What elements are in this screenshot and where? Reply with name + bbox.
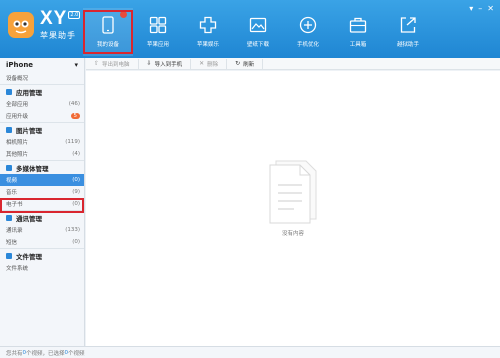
nav-apple-entertainment[interactable]: 苹果娱乐 — [183, 8, 233, 56]
sidebar-item-label: 音乐 — [6, 190, 18, 196]
sidebar-item-all-apps[interactable]: 全部应用 (46) — [0, 98, 84, 110]
nav-apple-apps[interactable]: 苹果应用 — [133, 8, 183, 56]
apps-icon — [149, 16, 167, 34]
status-mid: 个视频，已选择 — [26, 350, 65, 357]
contacts-section-icon — [6, 214, 12, 221]
content-area: 没有内容 — [86, 71, 500, 346]
export-label: 导出到电脑 — [102, 61, 130, 68]
minimize-icon[interactable]: – — [478, 4, 482, 13]
section-title: 应用管理 — [16, 88, 42, 97]
delete-button[interactable]: ✕ 删除 — [191, 58, 228, 69]
item-count: (9) — [72, 189, 80, 195]
sidebar-item-label: 相机照片 — [6, 140, 29, 146]
close-icon[interactable]: ✕ — [487, 4, 494, 13]
sidebar-item-app-updates[interactable]: 应用升级 5 — [0, 110, 84, 122]
toolbar: ⇧ 导出到电脑 ⇩ 导入到手机 ✕ 删除 ↻ 刷新 — [86, 58, 500, 70]
window-controls: ▾ – ✕ — [469, 4, 494, 13]
nav-jailbreak[interactable]: 越狱助手 — [383, 8, 433, 56]
device-name: iPhone — [6, 61, 34, 69]
section-title: 文件管理 — [16, 252, 42, 261]
sidebar-item-label: 其他照片 — [6, 152, 29, 158]
item-count: (4) — [72, 151, 80, 157]
section-files: 文件管理 — [0, 248, 84, 262]
import-icon: ⇩ — [146, 60, 152, 67]
sidebar-item-label: 短信 — [6, 240, 18, 246]
export-icon: ⇧ — [94, 60, 100, 67]
highlight-box — [83, 10, 133, 54]
sidebar-item-overview[interactable]: 设备概况 — [0, 72, 84, 84]
photos-section-icon — [6, 126, 12, 133]
sidebar-item-other-photos[interactable]: 其他照片 (4) — [0, 148, 84, 160]
sidebar-item-label: 文件系统 — [6, 266, 29, 272]
nav-label: 苹果应用 — [146, 42, 169, 48]
jailbreak-icon — [400, 17, 416, 33]
item-count: (119) — [65, 139, 80, 145]
sidebar-item-sms[interactable]: 短信 (0) — [0, 236, 84, 248]
refresh-label: 刷新 — [243, 61, 255, 68]
item-count: (0) — [72, 239, 80, 245]
item-count: (46) — [68, 101, 80, 107]
app-header: XY2.0 苹果助手 我的设备 苹果应用 苹果娱乐 壁纸下载 手机优化 工具箱 — [0, 0, 500, 58]
apps-section-icon — [6, 88, 12, 95]
nav-label: 壁纸下载 — [246, 42, 269, 48]
section-title: 多媒体管理 — [16, 164, 49, 173]
sidebar-item-label: 视频 — [6, 178, 18, 184]
sidebar-item-file-system[interactable]: 文件系统 — [0, 262, 84, 274]
app-logo-icon — [8, 12, 34, 38]
chevron-down-icon: ▾ — [74, 61, 78, 69]
media-section-icon — [6, 164, 12, 171]
status-bar: 您共有 0 个视频，已选择 0 个视频 — [0, 346, 500, 358]
section-media: 多媒体管理 — [0, 160, 84, 174]
nav-label: 苹果娱乐 — [196, 42, 219, 48]
nav-optimize[interactable]: 手机优化 — [283, 8, 333, 56]
sidebar-item-address-book[interactable]: 通讯录 (133) — [0, 224, 84, 236]
sidebar-item-label: 应用升级 — [6, 114, 29, 120]
nav-label: 手机优化 — [296, 42, 319, 48]
item-count: (0) — [72, 177, 80, 183]
brand-version: 2.0 — [68, 11, 81, 19]
export-button[interactable]: ⇧ 导出到电脑 — [86, 58, 139, 69]
update-badge: 5 — [70, 113, 80, 119]
sidebar-item-label: 设备概况 — [6, 76, 29, 82]
device-selector[interactable]: iPhone ▾ — [0, 58, 84, 72]
delete-icon: ✕ — [199, 60, 205, 67]
section-title: 通讯管理 — [16, 214, 42, 223]
nav-label: 工具箱 — [349, 42, 367, 48]
toolbox-icon — [349, 17, 367, 33]
sidebar-item-videos[interactable]: 视频 (0) — [0, 174, 84, 186]
empty-message: 没有内容 — [281, 231, 304, 237]
sidebar-item-camera-photos[interactable]: 相机照片 (119) — [0, 136, 84, 148]
brand-subtitle: 苹果助手 — [40, 31, 76, 40]
status-suffix: 个视频 — [68, 350, 85, 357]
section-title: 图片管理 — [16, 126, 42, 135]
section-photos: 图片管理 — [0, 122, 84, 136]
skin-icon[interactable]: ▾ — [469, 4, 473, 13]
status-prefix: 您共有 — [6, 350, 23, 357]
brand: XY 2.0 苹果助手 — [40, 8, 81, 41]
files-section-icon — [6, 252, 12, 259]
section-apps: 应用管理 — [0, 84, 84, 98]
refresh-button[interactable]: ↻ 刷新 — [227, 58, 264, 69]
wallpaper-icon — [249, 17, 267, 33]
item-count: (133) — [65, 227, 80, 233]
import-button[interactable]: ⇩ 导入到手机 — [139, 58, 192, 69]
nav-wallpaper[interactable]: 壁纸下载 — [233, 8, 283, 56]
nav-label: 越狱助手 — [396, 42, 419, 48]
import-label: 导入到手机 — [154, 61, 183, 68]
brand-name: XY — [40, 8, 68, 29]
empty-document-icon — [269, 160, 317, 224]
sidebar-item-label: 全部应用 — [6, 102, 29, 108]
delete-label: 删除 — [207, 61, 219, 68]
main-nav: 我的设备 苹果应用 苹果娱乐 壁纸下载 手机优化 工具箱 越狱助手 — [83, 8, 433, 56]
sidebar-item-label: 通讯录 — [6, 228, 23, 234]
optimize-icon — [299, 16, 317, 34]
sidebar-item-music[interactable]: 音乐 (9) — [0, 186, 84, 198]
refresh-icon: ↻ — [235, 60, 241, 67]
nav-toolbox[interactable]: 工具箱 — [333, 8, 383, 56]
entertainment-icon — [199, 16, 217, 34]
highlight-box — [0, 198, 84, 213]
